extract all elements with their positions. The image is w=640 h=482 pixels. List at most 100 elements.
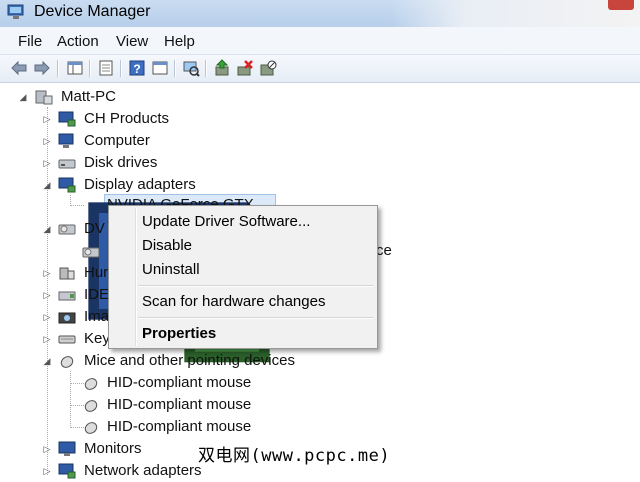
expand-arrow-icon[interactable]: ▷: [42, 130, 52, 152]
category-label: IDE: [84, 286, 110, 303]
toolbar-separator: [89, 60, 91, 77]
tree-item-mouse[interactable]: HID-compliant mouse: [0, 416, 280, 438]
hid-device-icon: [58, 111, 76, 127]
computer-icon: [58, 133, 74, 148]
context-menu-separator: [138, 317, 373, 319]
root-label: Matt-PC: [61, 88, 117, 105]
device-label-partial: ce: [376, 242, 392, 259]
menu-update-driver[interactable]: Update Driver Software...: [142, 213, 310, 230]
mouse-icon: [60, 356, 74, 368]
menu-action[interactable]: Action: [57, 33, 99, 50]
watermark-text: 双电网(www.pcpc.me): [198, 446, 391, 466]
category-label: Monitors: [84, 440, 142, 457]
tree-item-keyboards[interactable]: ▷ Key: [0, 328, 110, 350]
window-title: Device Manager: [34, 3, 151, 20]
category-label: Network adapters: [84, 462, 202, 479]
toolbar-separator: [174, 60, 176, 77]
tree-item-ch-products[interactable]: ▷ CH Products: [0, 108, 260, 130]
expand-arrow-icon[interactable]: ▷: [42, 152, 52, 174]
category-label: Ima: [84, 308, 110, 325]
network-adapter-icon: [58, 463, 76, 479]
tree-item-imaging[interactable]: ▷ Ima: [0, 306, 110, 328]
tree-item-computer[interactable]: ▷ Computer: [0, 130, 260, 152]
category-label: Mice and other pointing devices: [84, 352, 295, 369]
back-icon[interactable]: [10, 59, 28, 77]
expand-arrow-icon[interactable]: ▷: [42, 108, 52, 130]
menu-disable[interactable]: Disable: [142, 237, 192, 254]
tree-item-network-adapters[interactable]: ▷ Network adapters: [0, 460, 220, 482]
toolbar: ?: [0, 55, 640, 83]
disk-drive-icon: [58, 159, 76, 169]
menu-uninstall[interactable]: Uninstall: [142, 261, 200, 278]
context-menu-separator: [138, 285, 373, 287]
monitor-icon: [58, 441, 76, 456]
tree-item-mice[interactable]: ◢ Mice and other pointing devices: [0, 350, 320, 372]
expand-arrow-icon[interactable]: ▷: [42, 438, 52, 460]
tree-item-human-interface[interactable]: ▷ Hur: [0, 262, 110, 284]
menu-bar: File Action View Help: [0, 27, 640, 55]
expand-arrow-icon[interactable]: ▷: [42, 328, 52, 350]
human-interface-icon: [59, 267, 75, 280]
collapse-arrow-icon[interactable]: ◢: [42, 350, 52, 372]
close-button[interactable]: [608, 0, 634, 10]
tree-connector: [70, 205, 84, 206]
toolbar-separator: [205, 60, 207, 77]
update-driver-icon[interactable]: [213, 59, 231, 77]
ide-controller-icon: [58, 291, 76, 301]
category-label: DV: [84, 220, 105, 237]
menu-scan-hardware[interactable]: Scan for hardware changes: [142, 293, 325, 310]
expand-arrow-icon[interactable]: ▷: [42, 262, 52, 284]
toolbar-separator: [57, 60, 59, 77]
category-label: Computer: [84, 132, 150, 149]
context-menu-gutter: [135, 208, 137, 346]
dvd-drive-icon: [58, 224, 76, 235]
show-hide-tree-icon[interactable]: [66, 59, 84, 77]
display-adapter-icon: [58, 177, 76, 193]
tree-item-disk-drives[interactable]: ▷ Disk drives: [0, 152, 260, 174]
menu-file[interactable]: File: [18, 33, 42, 50]
category-label: CH Products: [84, 110, 170, 127]
menu-properties[interactable]: Properties: [142, 325, 216, 342]
dvd-drive-icon: [82, 247, 100, 258]
tree-item-mouse[interactable]: HID-compliant mouse: [0, 372, 280, 394]
disable-icon[interactable]: [259, 59, 277, 77]
tree-item-monitors[interactable]: ▷ Monitors: [0, 438, 200, 460]
collapse-arrow-icon[interactable]: ◢: [42, 218, 52, 240]
device-label: HID-compliant mouse: [107, 418, 252, 435]
expand-arrow-icon[interactable]: ▷: [42, 284, 52, 306]
tree-item-display-adapters[interactable]: ◢ Display adapters: [0, 174, 260, 196]
uninstall-icon[interactable]: [236, 59, 254, 77]
properties-icon[interactable]: [97, 59, 115, 77]
category-label: Display adapters: [84, 176, 196, 193]
scan-hardware-icon[interactable]: [182, 59, 200, 77]
mouse-icon: [84, 422, 98, 434]
collapse-arrow-icon[interactable]: ◢: [18, 86, 28, 108]
category-label: Hur: [84, 264, 109, 281]
category-label: Disk drives: [84, 154, 158, 171]
tree-item-ide[interactable]: ▷ IDE: [0, 284, 110, 306]
mouse-icon: [84, 400, 98, 412]
title-bar-background: [390, 0, 640, 27]
mouse-icon: [84, 378, 98, 390]
tree-root[interactable]: ◢ Matt-PC: [0, 86, 200, 108]
device-manager-icon: [7, 4, 24, 19]
tree-item-dvd-drives[interactable]: ◢ DV: [0, 218, 110, 240]
tree-item-mouse[interactable]: HID-compliant mouse: [0, 394, 280, 416]
title-bar[interactable]: Device Manager: [0, 0, 640, 27]
category-label: Key: [84, 330, 110, 347]
computer-root-icon: [35, 90, 53, 105]
expand-arrow-icon[interactable]: ▷: [42, 460, 52, 482]
keyboard-icon: [58, 335, 76, 344]
context-menu: Update Driver Software... Disable Uninst…: [108, 205, 378, 349]
collapse-arrow-icon[interactable]: ◢: [42, 174, 52, 196]
menu-help[interactable]: Help: [164, 33, 195, 50]
svg-text:?: ?: [133, 62, 140, 76]
expand-arrow-icon[interactable]: ▷: [42, 306, 52, 328]
device-label: HID-compliant mouse: [107, 396, 252, 413]
forward-icon[interactable]: [33, 59, 51, 77]
device-label: HID-compliant mouse: [107, 374, 252, 391]
help-icon[interactable]: ?: [128, 59, 146, 77]
view-icon[interactable]: [151, 59, 169, 77]
menu-view[interactable]: View: [116, 33, 148, 50]
imaging-device-icon: [58, 312, 76, 324]
